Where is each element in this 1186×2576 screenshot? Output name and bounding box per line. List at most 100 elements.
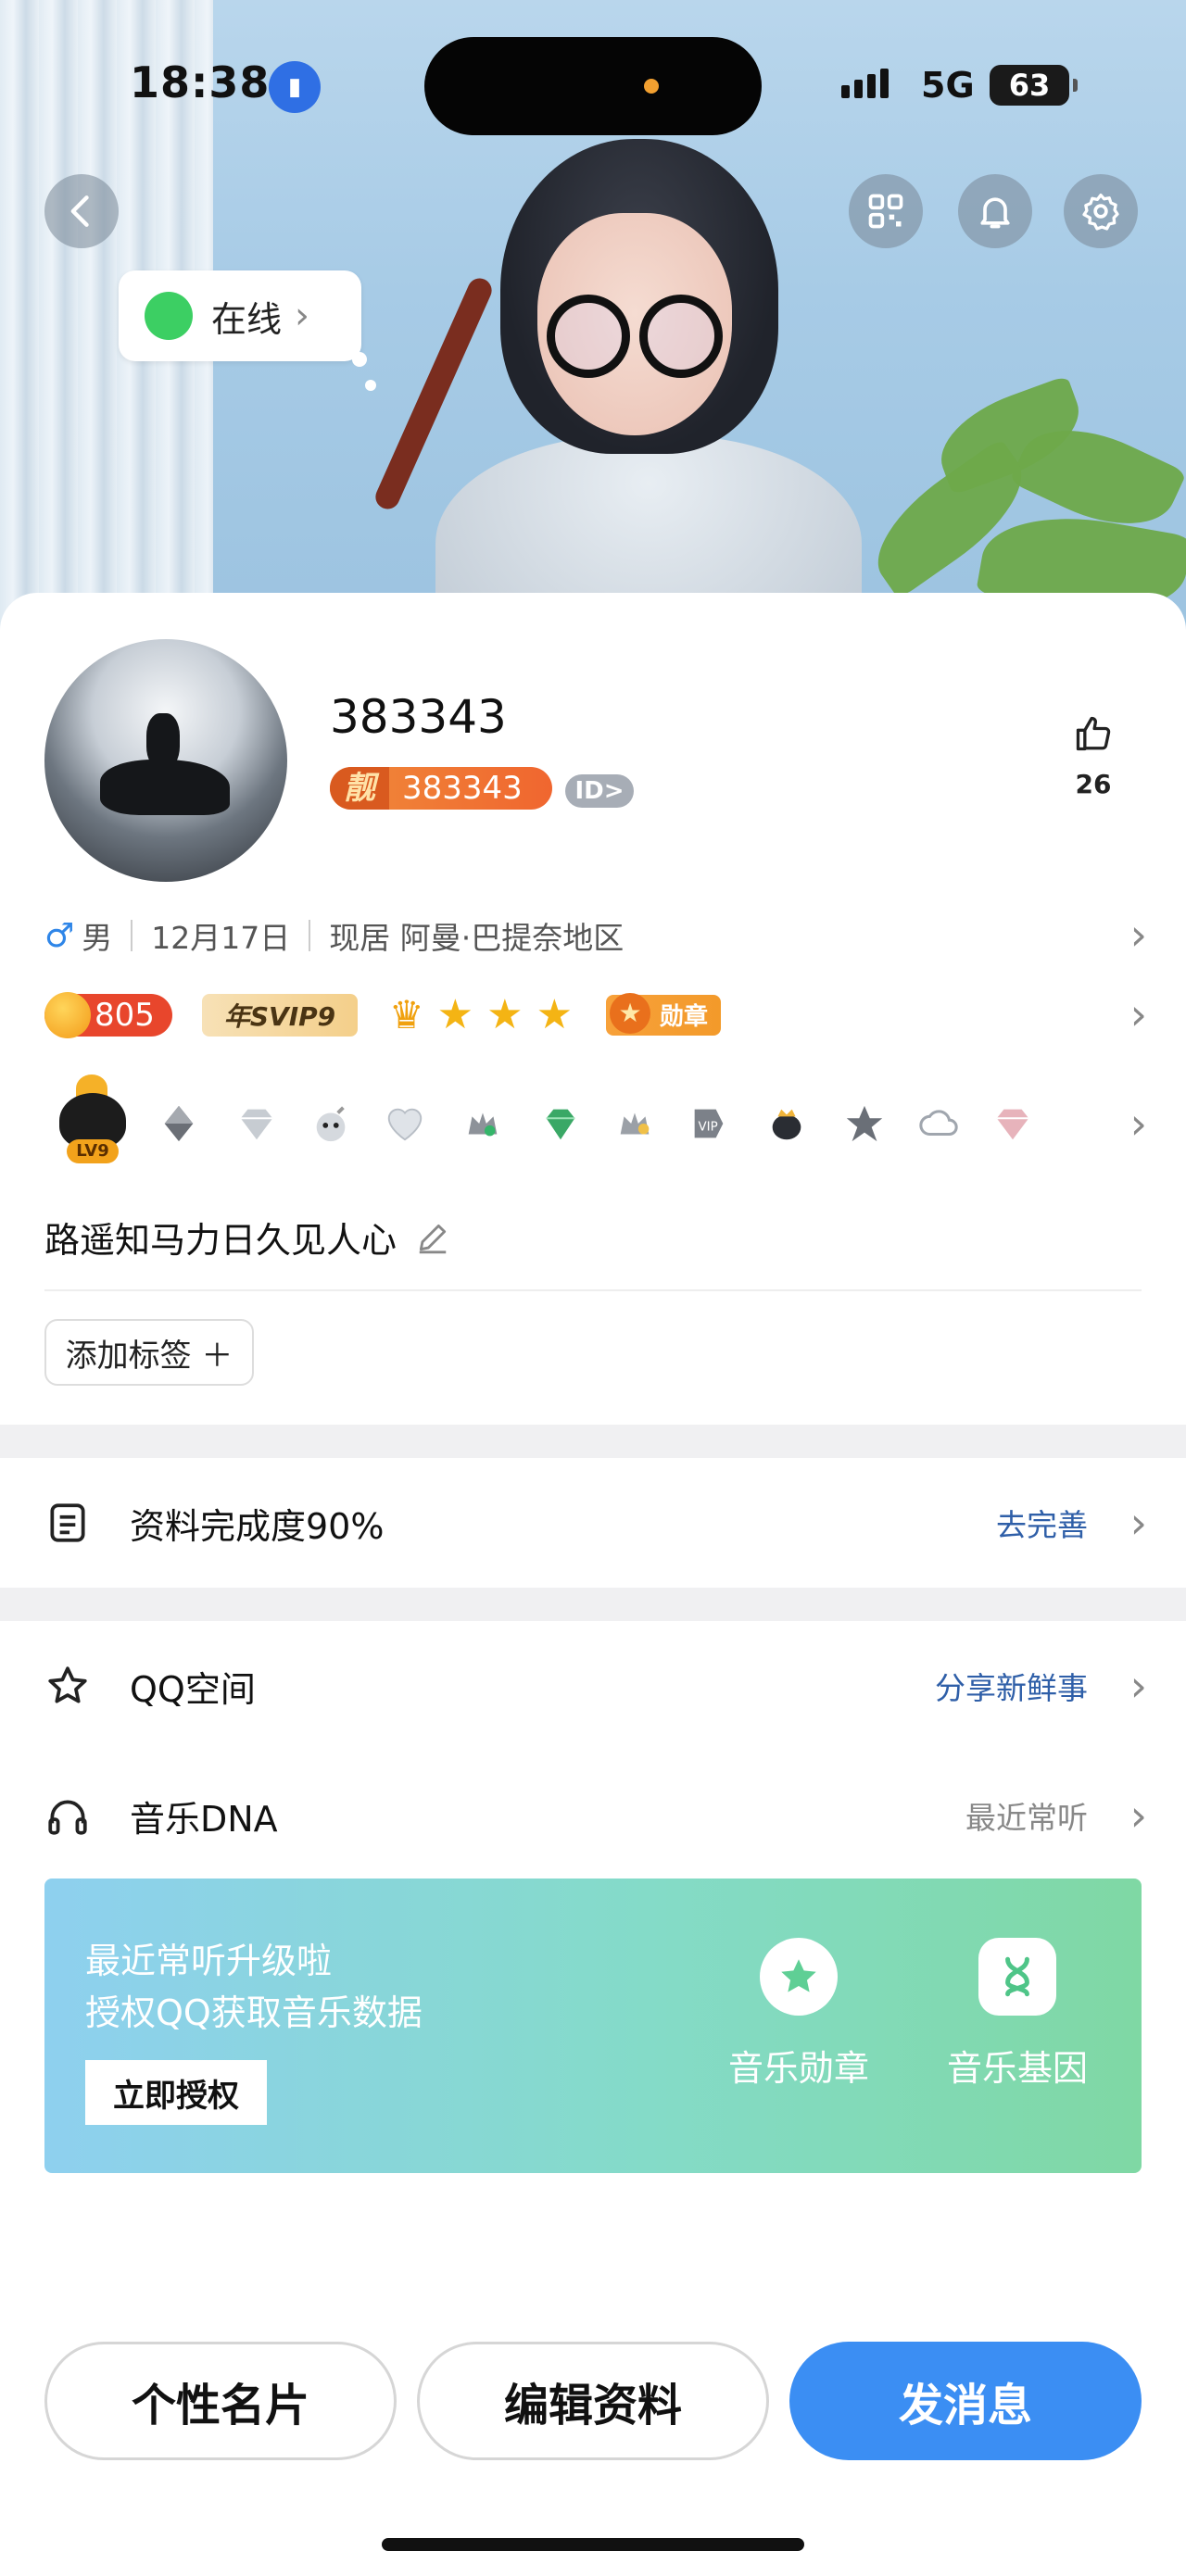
glasses-left-lens xyxy=(547,295,630,378)
profile-card-button[interactable]: 个性名片 xyxy=(44,2342,397,2460)
chevron-right-icon[interactable]: › xyxy=(1130,910,1147,960)
send-message-button[interactable]: 发消息 xyxy=(789,2342,1142,2460)
glasses-right-lens xyxy=(639,295,723,378)
add-tag-button[interactable]: 添加标签 ＋ xyxy=(44,1319,254,1386)
qzone-label: QQ空间 xyxy=(130,1668,256,1710)
chevron-right-icon[interactable]: › xyxy=(1130,1099,1147,1149)
id-badge[interactable]: ID> xyxy=(565,774,634,808)
penguin-crown-icon xyxy=(772,1109,801,1140)
level-tag: LV9 xyxy=(67,1139,119,1163)
qzone-row[interactable]: QQ空间 分享新鲜事 › xyxy=(0,1621,1186,1751)
gender-text: 男 xyxy=(82,920,113,956)
battery-level: 63 xyxy=(1008,68,1051,103)
qr-code-button[interactable] xyxy=(849,174,923,248)
liang-char: 靓 xyxy=(330,767,389,810)
star-icon: ★ xyxy=(436,991,474,1038)
avatar[interactable] xyxy=(44,639,287,882)
heart-icon xyxy=(387,1108,423,1141)
notification-button[interactable] xyxy=(958,174,1032,248)
svip-badge: 年SVIP9 xyxy=(202,993,358,1037)
chevron-right-icon[interactable]: › xyxy=(1130,989,1147,1039)
home-indicator[interactable] xyxy=(382,2538,804,2551)
chevron-right-icon: › xyxy=(295,295,310,337)
music-dna-label: 音乐DNA xyxy=(130,1798,278,1840)
bubble-tail xyxy=(365,380,376,391)
star-icon: ★ xyxy=(536,991,574,1038)
star-outline-icon xyxy=(48,1666,87,1703)
section-gap xyxy=(0,1588,1186,1621)
edit-profile-button[interactable]: 编辑资料 xyxy=(417,2342,769,2460)
chevron-right-icon: › xyxy=(1129,1791,1147,1841)
music-gene-label: 音乐基因 xyxy=(946,2048,1088,2089)
cellular-signal-icon xyxy=(841,69,889,98)
cloud-icon xyxy=(919,1110,958,1137)
liang-number-badge[interactable]: 靓 383343 xyxy=(330,767,552,810)
bubble-tail xyxy=(352,352,367,367)
divider xyxy=(44,1289,1142,1291)
edit-pencil-icon[interactable] xyxy=(415,1220,450,1255)
status-time: 18:38 xyxy=(130,57,271,107)
online-status-dot xyxy=(145,292,193,340)
star-gem-icon xyxy=(846,1105,883,1142)
online-status-bubble[interactable]: 在线 › xyxy=(119,270,361,361)
complete-profile-link[interactable]: 去完善 xyxy=(996,1501,1088,1545)
qr-code-icon xyxy=(868,194,903,229)
gear-icon xyxy=(1082,193,1119,231)
rose-diamond-icon xyxy=(996,1109,1029,1140)
dynamic-island xyxy=(424,37,762,135)
dna-icon xyxy=(978,1938,1056,2016)
signature-row[interactable]: 路遥知马力日久见人心 xyxy=(44,1212,450,1263)
network-type: 5G xyxy=(921,65,975,106)
vip-icon: VIP xyxy=(694,1109,724,1138)
penguin-level-icon: LV9 xyxy=(56,1074,130,1165)
privacy-indicator-dot xyxy=(644,79,659,94)
authorize-now-button[interactable]: 立即授权 xyxy=(85,2060,267,2125)
music-authorize-card: 最近常听升级啦 授权QQ获取音乐数据 立即授权 音乐勋章 音乐基因 xyxy=(44,1879,1142,2173)
headphones-icon xyxy=(48,1800,87,1835)
signature-text: 路遥知马力日久见人心 xyxy=(44,1220,397,1261)
online-status-text: 在线 xyxy=(211,298,283,340)
badge-row[interactable]: 805 年SVIP9 ♛ ★ ★ ★ 勋章 xyxy=(44,991,722,1038)
music-card-line-1: 最近常听升级啦 xyxy=(85,1941,333,1981)
recent-listening-link[interactable]: 最近常听 xyxy=(965,1793,1088,1838)
qq-coin-badge: 805 xyxy=(44,991,172,1038)
crown-icon: ♛ xyxy=(389,992,424,1037)
bell-icon xyxy=(980,197,1010,229)
nickname: 383343 xyxy=(330,690,507,744)
basic-info-row[interactable]: ♂ 男 12月17日 现居 阿曼·巴提奈地区 xyxy=(44,913,624,958)
music-card-line-2: 授权QQ获取音乐数据 xyxy=(85,1992,423,2033)
medal-badge: 勋章 xyxy=(606,992,722,1036)
voice-activity-icon: ▮ xyxy=(269,61,321,113)
battery-icon: 63 xyxy=(990,65,1078,106)
like-count: 26 xyxy=(1075,769,1112,799)
share-news-link[interactable]: 分享新鲜事 xyxy=(935,1664,1088,1708)
chevron-right-icon: › xyxy=(1129,1661,1147,1711)
music-medal-icon xyxy=(760,1938,838,2016)
profile-completeness-row[interactable]: 资料完成度90% 去完善 › xyxy=(0,1458,1186,1588)
svg-text:VIP: VIP xyxy=(699,1121,718,1135)
level-gems-row[interactable]: LV9 VIP xyxy=(52,1074,1117,1175)
star-icon: ★ xyxy=(486,991,524,1038)
chevron-right-icon: › xyxy=(1129,1498,1147,1548)
music-dna-row[interactable]: 音乐DNA 最近常听 › xyxy=(0,1751,1186,1880)
crown-gem-icon xyxy=(468,1112,498,1137)
divider xyxy=(309,920,311,951)
male-gender-icon: ♂ xyxy=(44,916,75,955)
back-button[interactable] xyxy=(44,174,119,248)
document-icon xyxy=(50,1503,85,1542)
diamond-icon xyxy=(240,1109,273,1140)
coin-count: 805 xyxy=(95,996,155,1034)
settings-button[interactable] xyxy=(1064,174,1138,248)
bomb-icon xyxy=(316,1106,346,1142)
completeness-label: 资料完成度90% xyxy=(130,1505,385,1547)
birthday-text: 12月17日 xyxy=(151,920,291,956)
music-medal-feature[interactable]: 音乐勋章 xyxy=(715,1938,882,2091)
location-text: 现居 阿曼·巴提奈地区 xyxy=(329,920,625,956)
music-medal-label: 音乐勋章 xyxy=(727,2048,869,2089)
chevron-left-icon xyxy=(70,195,89,227)
thumbs-up-icon[interactable] xyxy=(1073,713,1114,754)
music-gene-feature[interactable]: 音乐基因 xyxy=(934,1938,1101,2091)
divider xyxy=(131,920,133,951)
gem-icon xyxy=(164,1105,194,1142)
section-gap xyxy=(0,1425,1186,1458)
